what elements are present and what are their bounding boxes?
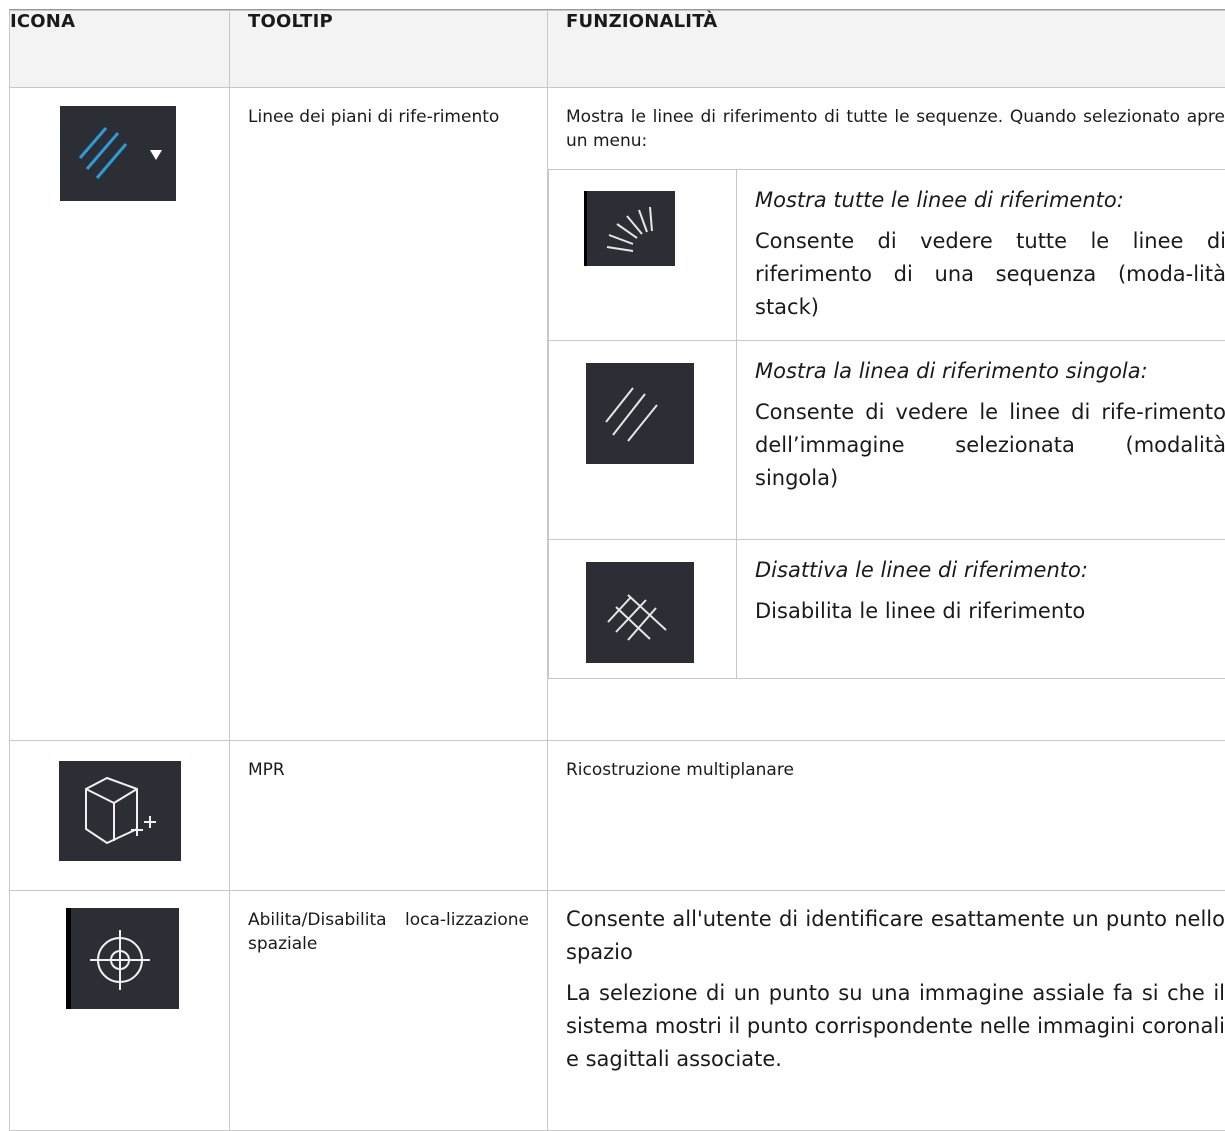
spatial-localization-crosshair-icon bbox=[66, 908, 179, 1009]
function-text: Mostra le linee di riferimento di tutte … bbox=[548, 88, 1225, 169]
function-cell: Consente all'utente di identificare esat… bbox=[548, 891, 1225, 1131]
submenu-icon-cell bbox=[549, 170, 737, 341]
all-reference-lines-icon bbox=[584, 191, 675, 266]
submenu-item: Disattiva le linee di riferimento: Disab… bbox=[549, 540, 1225, 679]
function-paragraph: Consente all'utente di identificare esat… bbox=[566, 903, 1225, 969]
icon-cell bbox=[10, 891, 230, 1131]
tooltip-cell: Abilita/Disabilita loca-lizzazione spazi… bbox=[230, 891, 548, 1131]
submenu-text-cell: Mostra tutte le linee di riferimento: Co… bbox=[737, 170, 1225, 341]
header-function-col: FUNZIONALITÀ bbox=[548, 11, 1225, 88]
tooltip-text: Abilita/Disabilita loca-lizzazione spazi… bbox=[230, 891, 547, 956]
disable-reference-lines-icon bbox=[586, 562, 694, 663]
submenu-icon-cell bbox=[549, 540, 737, 679]
function-paragraph: La selezione di un punto su una immagine… bbox=[566, 977, 1225, 1076]
icon-cell bbox=[10, 88, 230, 741]
header-icon-col: ICONA bbox=[10, 11, 230, 88]
function-text: Ricostruzione multiplanare bbox=[548, 741, 1225, 798]
submenu-icon-cell bbox=[549, 341, 737, 540]
submenu-item: Mostra la linea di riferimento singola: … bbox=[549, 341, 1225, 540]
mpr-cube-icon bbox=[59, 761, 181, 861]
submenu-text-cell: Disattiva le linee di riferimento: Disab… bbox=[737, 540, 1225, 679]
submenu-item: Mostra tutte le linee di riferimento: Co… bbox=[549, 170, 1225, 341]
reference-lines-icon bbox=[60, 106, 176, 201]
submenu-description: Disabilita le linee di riferimento bbox=[755, 595, 1225, 628]
icon-cell bbox=[10, 741, 230, 891]
tooltip-text: MPR bbox=[230, 741, 547, 782]
submenu-title: Mostra tutte le linee di riferimento: bbox=[755, 184, 1225, 217]
table-row: Linee dei piani di rife-rimento Mostra l… bbox=[10, 88, 1225, 741]
table-row: MPR Ricostruzione multiplanare bbox=[10, 741, 1225, 891]
icon-reference-table: ICONA TOOLTIP FUNZIONALITÀ Linee dei pia… bbox=[9, 10, 1225, 1131]
tooltip-cell: Linee dei piani di rife-rimento bbox=[230, 88, 548, 741]
header-tooltip-col: TOOLTIP bbox=[230, 11, 548, 88]
function-text: Consente all'utente di identificare esat… bbox=[548, 891, 1225, 1076]
table-header-row: ICONA TOOLTIP FUNZIONALITÀ bbox=[10, 11, 1225, 88]
function-cell: Ricostruzione multiplanare bbox=[548, 741, 1225, 891]
tooltip-text: Linee dei piani di rife-rimento bbox=[230, 88, 547, 129]
single-reference-line-icon bbox=[586, 363, 694, 464]
tooltip-cell: MPR bbox=[230, 741, 548, 891]
submenu-description: Consente di vedere le linee di rife-rime… bbox=[755, 396, 1225, 495]
table-row: Abilita/Disabilita loca-lizzazione spazi… bbox=[10, 891, 1225, 1131]
submenu-title: Mostra la linea di riferimento singola: bbox=[755, 355, 1225, 388]
submenu-text-cell: Mostra la linea di riferimento singola: … bbox=[737, 341, 1225, 540]
submenu-title: Disattiva le linee di riferimento: bbox=[755, 554, 1225, 587]
submenu-table: Mostra tutte le linee di riferimento: Co… bbox=[548, 169, 1225, 679]
submenu-description: Consente di vedere tutte le linee di rif… bbox=[755, 225, 1225, 324]
function-cell: Mostra le linee di riferimento di tutte … bbox=[548, 88, 1225, 741]
